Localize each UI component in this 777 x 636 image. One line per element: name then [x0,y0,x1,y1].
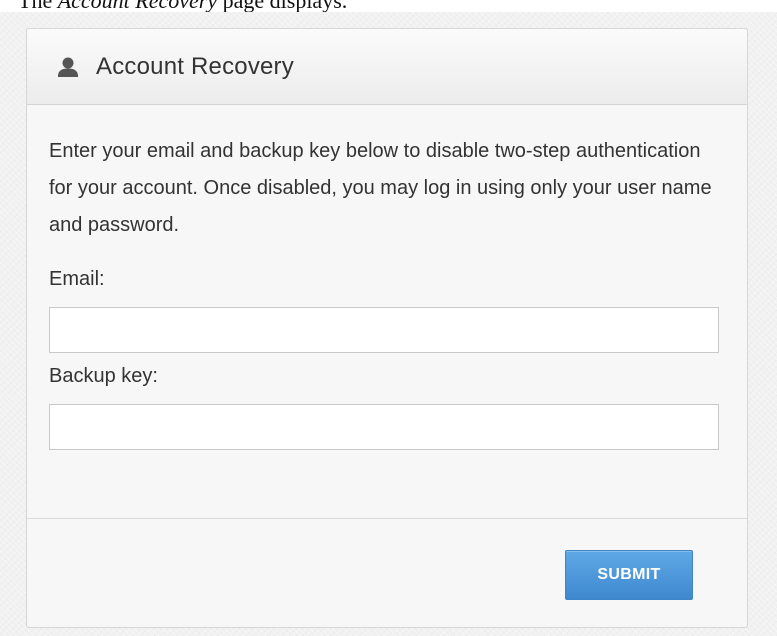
submit-button[interactable]: SUBMIT [565,550,693,600]
panel-body: Enter your email and backup key below to… [27,105,747,450]
user-icon [57,56,79,78]
backup-key-field[interactable] [49,404,719,450]
account-recovery-panel: Account Recovery Enter your email and ba… [26,28,748,628]
panel-footer: SUBMIT [27,518,747,627]
panel-header: Account Recovery [27,29,747,105]
panel-title: Account Recovery [96,52,294,80]
email-field-group: Email: [49,268,725,353]
backup-key-label: Backup key: [49,365,158,387]
email-field[interactable] [49,307,719,353]
backup-key-field-group: Backup key: [49,365,725,450]
recovery-description: Enter your email and backup key below to… [49,140,712,236]
email-label: Email: [49,268,105,290]
